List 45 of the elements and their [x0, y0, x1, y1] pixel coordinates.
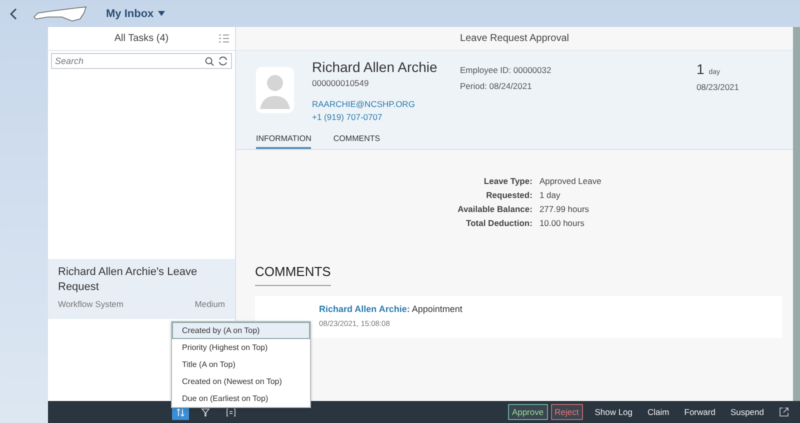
field-value: 10.00 hours: [539, 218, 586, 228]
action-button[interactable]: Suspend: [727, 405, 767, 419]
sort-option[interactable]: Created on (Newest on Top): [172, 373, 310, 390]
search-field[interactable]: Search: [51, 53, 232, 69]
app-title-menu[interactable]: My Inbox: [106, 8, 165, 20]
task-title: Richard Allen Archie's Leave Request: [58, 265, 198, 295]
action-button[interactable]: Claim: [644, 405, 672, 419]
refresh-icon[interactable]: [218, 56, 228, 66]
comment-text: Richard Allen Archie: Appointment: [319, 304, 464, 314]
sort-option[interactable]: Title (A on Top): [172, 356, 310, 373]
employee-number: 000000010549: [312, 78, 370, 88]
field-value: 1 day: [539, 190, 562, 200]
task-priority: Medium: [194, 299, 225, 309]
action-button[interactable]: Reject: [550, 404, 583, 420]
duration-value: 1: [696, 61, 704, 77]
email-link[interactable]: RAARCHIE@NCSHP.ORG: [312, 99, 442, 109]
field-value: 277.99 hours: [539, 204, 590, 214]
field-label: Available Balance:: [458, 204, 532, 214]
request-date: 08/23/2021: [696, 82, 739, 92]
action-button[interactable]: Approve: [508, 404, 548, 420]
multi-select-icon[interactable]: [218, 33, 229, 44]
period: Period: 08/24/2021: [460, 81, 533, 91]
employee-id: Employee ID: 00000032: [460, 65, 552, 75]
employee-name: Richard Allen Archie: [312, 59, 438, 75]
avatar-icon: [256, 67, 294, 113]
tab[interactable]: COMMENTS: [333, 132, 380, 149]
action-button[interactable]: Show Log: [592, 405, 636, 419]
detail-title: Leave Request Approval: [460, 33, 569, 44]
search-icon[interactable]: [205, 56, 214, 66]
comments-heading: COMMENTS: [255, 264, 331, 286]
sort-option[interactable]: Priority (Highest on Top): [172, 339, 310, 356]
field-label: Requested:: [485, 190, 532, 200]
field-value: Approved Leave: [539, 176, 602, 186]
tab[interactable]: INFORMATION: [256, 132, 312, 149]
caret-icon: [158, 11, 165, 16]
action-button[interactable]: Forward: [681, 405, 718, 419]
phone-link[interactable]: +1 (919) 707-0707: [312, 112, 442, 122]
sort-option[interactable]: Created by (A on Top): [172, 322, 310, 339]
task-item[interactable]: Richard Allen Archie's Leave Request Workflow System Medium: [48, 259, 235, 319]
field-label: Leave Type:: [482, 176, 532, 186]
field-label: Total Deduction:: [465, 218, 532, 228]
task-source: Workflow System: [58, 299, 124, 309]
logo-icon: [32, 4, 88, 22]
sort-option[interactable]: Due on (Earliest on Top): [172, 390, 310, 407]
list-title: All Tasks (4): [114, 33, 169, 44]
